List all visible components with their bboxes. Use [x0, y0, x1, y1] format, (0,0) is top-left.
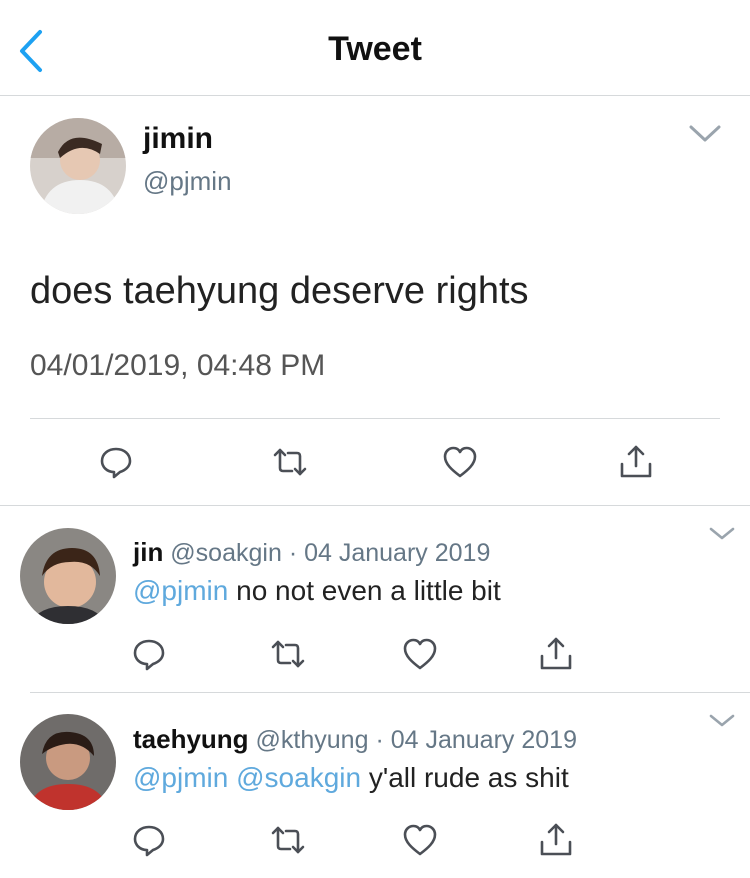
share-button[interactable] [538, 822, 574, 858]
reply-date: 04 January 2019 [304, 539, 491, 567]
share-icon [540, 823, 572, 856]
reply-body: y'all rude as shit [368, 762, 569, 793]
tweet-text: does taehyung deserve rights [30, 270, 529, 312]
share-icon [540, 637, 572, 670]
more-options-button[interactable] [708, 712, 736, 730]
like-button[interactable] [402, 822, 438, 858]
heart-icon [403, 824, 437, 856]
avatar-jimin[interactable] [30, 118, 126, 214]
page-title: Tweet [328, 30, 422, 68]
divider [30, 692, 750, 693]
reply-body: no not even a little bit [236, 575, 501, 606]
reply-author-name[interactable]: jin [133, 537, 163, 567]
divider [0, 505, 750, 506]
avatar-taehyung[interactable] [20, 714, 116, 810]
top-bar: Tweet [0, 0, 750, 96]
chevron-down-icon [709, 527, 735, 540]
reply-author-handle[interactable]: @kthyung [256, 726, 369, 754]
retweet-icon [271, 640, 305, 668]
reply-author-handle[interactable]: @soakgin [170, 539, 282, 567]
share-button[interactable] [618, 444, 654, 480]
reply-icon [133, 825, 165, 857]
reply-icon [100, 447, 132, 479]
chevron-down-icon [709, 714, 735, 727]
reply-text: @pjmin no not even a little bit [133, 575, 501, 607]
reply-button[interactable] [98, 444, 134, 480]
separator-dot: · [288, 539, 298, 567]
reply-header: taehyung @kthyung · 04 January 2019 [133, 724, 577, 755]
heart-icon [403, 638, 437, 670]
retweet-button[interactable] [270, 822, 306, 858]
more-options-button[interactable] [688, 122, 722, 146]
more-options-button[interactable] [708, 525, 736, 543]
mention-link[interactable]: @pjmin [133, 762, 228, 793]
reply-button[interactable] [131, 636, 167, 672]
retweet-button[interactable] [270, 636, 306, 672]
reply-text: @pjmin @soakgin y'all rude as shit [133, 762, 569, 794]
share-button[interactable] [538, 636, 574, 672]
like-button[interactable] [402, 636, 438, 672]
avatar-jin[interactable] [20, 528, 116, 624]
mention-link[interactable]: @soakgin [236, 762, 361, 793]
like-button[interactable] [442, 444, 478, 480]
divider [30, 418, 720, 419]
mention-link[interactable]: @pjmin [133, 575, 228, 606]
chevron-down-icon [689, 125, 721, 142]
heart-icon [443, 446, 477, 478]
reply-author-name[interactable]: taehyung [133, 724, 249, 754]
author-name[interactable]: jimin [143, 122, 213, 156]
share-icon [620, 445, 652, 478]
retweet-icon [271, 826, 305, 854]
separator-dot: · [375, 726, 384, 754]
reply-icon [133, 639, 165, 671]
author-handle[interactable]: @pjmin [143, 166, 232, 197]
reply-button[interactable] [131, 822, 167, 858]
tweet-timestamp: 04/01/2019, 04:48 PM [30, 349, 326, 382]
reply-date: 04 January 2019 [390, 726, 577, 754]
retweet-icon [273, 448, 307, 476]
retweet-button[interactable] [272, 444, 308, 480]
reply-header: jin @soakgin · 04 January 2019 [133, 537, 490, 568]
